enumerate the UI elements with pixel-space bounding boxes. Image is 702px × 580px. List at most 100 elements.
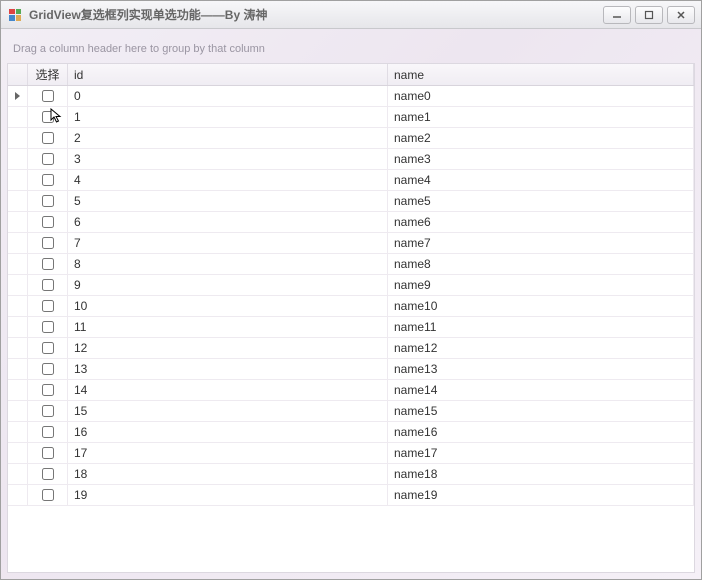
cell-name[interactable]: name15 [388, 401, 694, 421]
cell-name[interactable]: name3 [388, 149, 694, 169]
row-checkbox[interactable] [42, 216, 54, 228]
cell-name[interactable]: name13 [388, 359, 694, 379]
cell-id[interactable]: 5 [68, 191, 388, 211]
row-checkbox[interactable] [42, 489, 54, 501]
row-checkbox[interactable] [42, 426, 54, 438]
cell-id[interactable]: 16 [68, 422, 388, 442]
row-checkbox[interactable] [42, 111, 54, 123]
cell-name[interactable]: name18 [388, 464, 694, 484]
cell-id[interactable]: 7 [68, 233, 388, 253]
row-indicator [8, 212, 28, 232]
cell-id[interactable]: 2 [68, 128, 388, 148]
table-row[interactable]: 7name7 [8, 233, 694, 254]
cell-select [28, 212, 68, 232]
cell-name[interactable]: name6 [388, 212, 694, 232]
cell-id[interactable]: 3 [68, 149, 388, 169]
table-row[interactable]: 12name12 [8, 338, 694, 359]
row-checkbox[interactable] [42, 342, 54, 354]
table-row[interactable]: 4name4 [8, 170, 694, 191]
row-checkbox[interactable] [42, 195, 54, 207]
cell-id[interactable]: 15 [68, 401, 388, 421]
row-checkbox[interactable] [42, 153, 54, 165]
row-checkbox[interactable] [42, 258, 54, 270]
row-checkbox[interactable] [42, 279, 54, 291]
table-row[interactable]: 14name14 [8, 380, 694, 401]
cell-name[interactable]: name19 [388, 485, 694, 505]
column-header-select[interactable]: 选择 [28, 64, 68, 85]
cell-id[interactable]: 11 [68, 317, 388, 337]
cell-name[interactable]: name9 [388, 275, 694, 295]
cell-id[interactable]: 9 [68, 275, 388, 295]
cell-name[interactable]: name10 [388, 296, 694, 316]
row-checkbox[interactable] [42, 384, 54, 396]
cell-name[interactable]: name17 [388, 443, 694, 463]
row-checkbox[interactable] [42, 447, 54, 459]
maximize-button[interactable] [635, 6, 663, 24]
table-row[interactable]: 2name2 [8, 128, 694, 149]
cell-id[interactable]: 12 [68, 338, 388, 358]
grid-body[interactable]: 0name01name12name23name34name45name56nam… [8, 86, 694, 572]
row-checkbox[interactable] [42, 132, 54, 144]
cell-id[interactable]: 1 [68, 107, 388, 127]
row-checkbox[interactable] [42, 237, 54, 249]
table-row[interactable]: 18name18 [8, 464, 694, 485]
minimize-button[interactable] [603, 6, 631, 24]
titlebar[interactable]: GridView复选框列实现单选功能——By 涛神 [1, 1, 701, 29]
table-row[interactable]: 8name8 [8, 254, 694, 275]
cell-name[interactable]: name1 [388, 107, 694, 127]
cell-id[interactable]: 6 [68, 212, 388, 232]
cell-name[interactable]: name11 [388, 317, 694, 337]
table-row[interactable]: 13name13 [8, 359, 694, 380]
cell-id[interactable]: 0 [68, 86, 388, 106]
cell-name[interactable]: name14 [388, 380, 694, 400]
table-row[interactable]: 6name6 [8, 212, 694, 233]
cell-name[interactable]: name7 [388, 233, 694, 253]
table-row[interactable]: 5name5 [8, 191, 694, 212]
cell-id[interactable]: 13 [68, 359, 388, 379]
cell-id[interactable]: 17 [68, 443, 388, 463]
cell-select [28, 338, 68, 358]
row-checkbox[interactable] [42, 405, 54, 417]
table-row[interactable]: 19name19 [8, 485, 694, 506]
table-row[interactable]: 1name1 [8, 107, 694, 128]
table-row[interactable]: 15name15 [8, 401, 694, 422]
table-row[interactable]: 16name16 [8, 422, 694, 443]
table-row[interactable]: 10name10 [8, 296, 694, 317]
cell-name[interactable]: name5 [388, 191, 694, 211]
column-header-name[interactable]: name [388, 64, 694, 85]
close-button[interactable] [667, 6, 695, 24]
table-row[interactable]: 3name3 [8, 149, 694, 170]
table-row[interactable]: 9name9 [8, 275, 694, 296]
row-indicator [8, 86, 28, 106]
row-checkbox[interactable] [42, 468, 54, 480]
cell-id[interactable]: 18 [68, 464, 388, 484]
column-indicator[interactable] [8, 64, 28, 85]
cell-select [28, 485, 68, 505]
row-checkbox[interactable] [42, 174, 54, 186]
row-checkbox[interactable] [42, 90, 54, 102]
cell-name[interactable]: name8 [388, 254, 694, 274]
cell-name[interactable]: name16 [388, 422, 694, 442]
cell-select [28, 401, 68, 421]
table-row[interactable]: 17name17 [8, 443, 694, 464]
cell-id[interactable]: 14 [68, 380, 388, 400]
cell-select [28, 359, 68, 379]
cell-id[interactable]: 19 [68, 485, 388, 505]
table-row[interactable]: 0name0 [8, 86, 694, 107]
row-checkbox[interactable] [42, 363, 54, 375]
row-indicator [8, 422, 28, 442]
cell-id[interactable]: 4 [68, 170, 388, 190]
cell-id[interactable]: 8 [68, 254, 388, 274]
table-row[interactable]: 11name11 [8, 317, 694, 338]
row-checkbox[interactable] [42, 300, 54, 312]
cell-name[interactable]: name2 [388, 128, 694, 148]
column-header-id[interactable]: id [68, 64, 388, 85]
cell-select [28, 380, 68, 400]
cell-name[interactable]: name4 [388, 170, 694, 190]
group-panel-hint: Drag a column header here to group by th… [13, 43, 265, 55]
cell-name[interactable]: name0 [388, 86, 694, 106]
row-checkbox[interactable] [42, 321, 54, 333]
cell-name[interactable]: name12 [388, 338, 694, 358]
cell-id[interactable]: 10 [68, 296, 388, 316]
group-panel[interactable]: Drag a column header here to group by th… [7, 35, 695, 63]
